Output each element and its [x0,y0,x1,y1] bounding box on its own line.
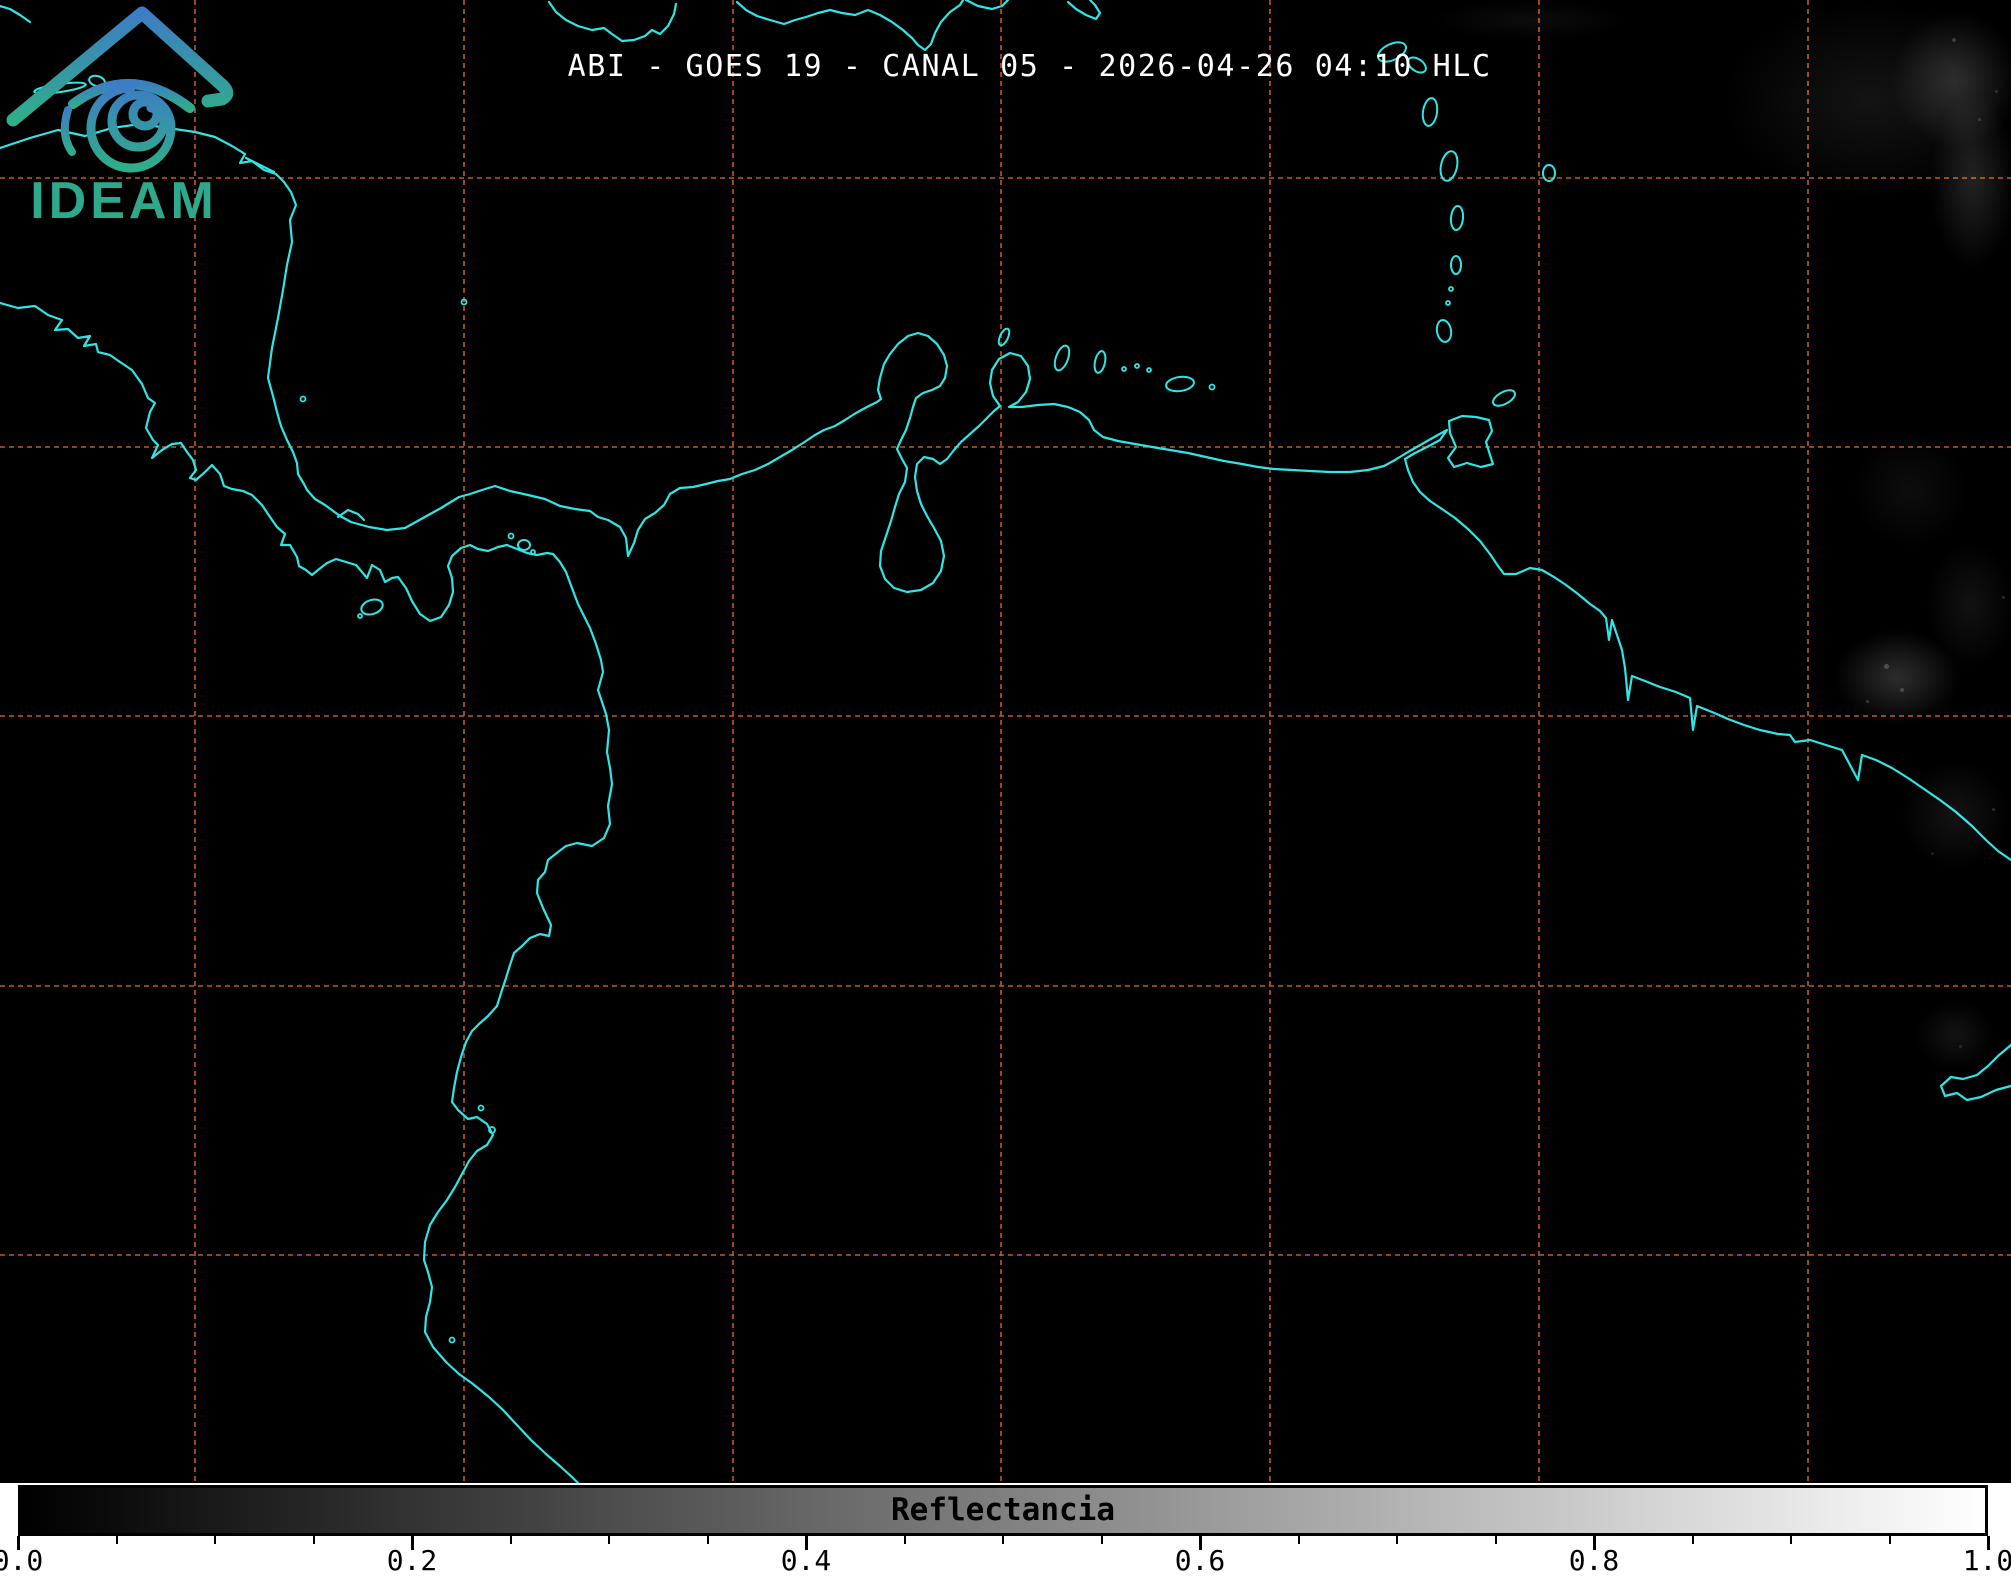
colorbar-tick-label: 0.8 [1568,1544,1620,1577]
cloud-patch [1930,90,2011,270]
satellite-map: ABI - GOES 19 - CANAL 05 - 2026-04-26 04… [0,0,2011,1483]
logo-text: IDEAM [30,172,218,230]
cloud-patch [1915,1000,1995,1070]
colorbar-minor-tick [1691,1536,1694,1544]
cloud-speck [1884,664,1889,669]
colorbar-minor-tick [214,1536,216,1544]
colorbar-label: Reflectancia [891,1492,1115,1528]
cloud-speck [1952,38,1956,42]
colorbar-area: Reflectancia 0.0 0.2 0.4 0.6 0.8 1.0 [0,1483,2011,1577]
cloud-speck [1995,90,1998,93]
logo-hurricane-eye-icon [60,79,195,173]
colorbar-minor-tick [1297,1536,1300,1544]
colorbar-tick-label: 0.6 [1174,1544,1226,1577]
grid-layer [0,0,2011,1483]
cloud-speck [1900,688,1904,692]
cloud-speck [1866,700,1869,703]
colorbar-minor-tick [1396,1536,1398,1544]
colorbar-minor-tick [1790,1536,1792,1544]
colorbar-tick-label: 1.0 [1962,1544,2011,1577]
colorbar-minor-tick [903,1536,906,1544]
cloud-patch [1835,630,1960,725]
cloud-speck [1931,852,1934,855]
cloud-patch [1850,430,1970,550]
colorbar-tick-label: 0.4 [780,1544,832,1577]
map-svg [0,0,2011,1483]
colorbar-minor-tick [115,1536,118,1544]
colorbar-minor-tick [608,1536,610,1544]
cloud-speck [2002,596,2005,599]
map-title: ABI - GOES 19 - CANAL 05 - 2026-04-26 04… [567,49,1492,84]
colorbar-tick-label: 0.2 [386,1544,438,1577]
colorbar-minor-tick [1494,1536,1497,1544]
cloud-speck [1992,808,1995,811]
coastline-layer [0,0,2011,1483]
cloud-patch [1430,0,1630,40]
cloud-speck [1959,1045,1962,1048]
ideam-logo: IDEAM [6,6,234,230]
colorbar-minor-tick [312,1536,315,1544]
colorbar-minor-tick [1100,1536,1103,1544]
cloud-speck [1978,118,1981,121]
colorbar-tick-label: 0.0 [0,1544,44,1577]
colorbar-minor-tick [706,1536,709,1544]
colorbar-minor-tick [1002,1536,1004,1544]
cloud-patch [1900,760,2010,870]
satellite-figure: ABI - GOES 19 - CANAL 05 - 2026-04-26 04… [0,0,2011,1577]
colorbar-gradient: Reflectancia [18,1485,1988,1536]
colorbar-minor-tick [509,1536,512,1544]
colorbar-minor-tick [1888,1536,1891,1544]
